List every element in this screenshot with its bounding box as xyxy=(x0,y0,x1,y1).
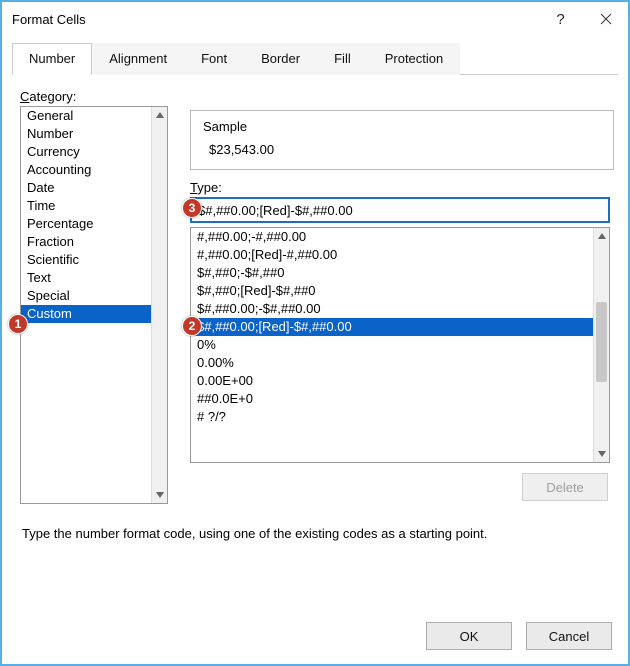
type-item[interactable]: 0.00E+00 xyxy=(191,372,593,390)
type-label: Type: xyxy=(190,180,614,195)
tab-number[interactable]: Number xyxy=(12,43,92,75)
type-item[interactable]: #,##0.00;[Red]-#,##0.00 xyxy=(191,246,593,264)
scroll-down-icon[interactable] xyxy=(594,446,609,462)
category-item[interactable]: Percentage xyxy=(21,215,151,233)
type-item[interactable]: $#,##0.00;-$#,##0.00 xyxy=(191,300,593,318)
category-item[interactable]: Scientific xyxy=(21,251,151,269)
type-listbox[interactable]: #,##0.00;-#,##0.00#,##0.00;[Red]-#,##0.0… xyxy=(190,227,610,463)
titlebar: Format Cells ? xyxy=(2,2,628,36)
category-item[interactable]: Currency xyxy=(21,143,151,161)
tab-fill[interactable]: Fill xyxy=(317,43,368,75)
type-item[interactable]: ##0.0E+0 xyxy=(191,390,593,408)
callout-2: 2 xyxy=(182,316,202,336)
category-listbox[interactable]: GeneralNumberCurrencyAccountingDateTimeP… xyxy=(20,106,168,504)
tab-bar: Number Alignment Font Border Fill Protec… xyxy=(12,42,618,75)
category-item[interactable]: Number xyxy=(21,125,151,143)
hint-text: Type the number format code, using one o… xyxy=(22,526,612,541)
category-item[interactable]: Time xyxy=(21,197,151,215)
type-item[interactable]: $#,##0.00;[Red]-$#,##0.00 xyxy=(191,318,593,336)
tab-protection[interactable]: Protection xyxy=(368,43,461,75)
category-item[interactable]: Special xyxy=(21,287,151,305)
sample-label: Sample xyxy=(203,119,601,134)
scroll-thumb[interactable] xyxy=(596,302,607,382)
sample-value: $23,543.00 xyxy=(203,142,601,157)
help-button[interactable]: ? xyxy=(538,2,583,36)
type-item[interactable]: 0.00% xyxy=(191,354,593,372)
tab-border[interactable]: Border xyxy=(244,43,317,75)
sample-group: Sample $23,543.00 xyxy=(190,110,614,170)
tab-font[interactable]: Font xyxy=(184,43,244,75)
category-item[interactable]: Custom xyxy=(21,305,151,323)
scroll-up-icon[interactable] xyxy=(594,228,609,244)
callout-3: 3 xyxy=(182,198,202,218)
category-item[interactable]: General xyxy=(21,107,151,125)
type-item[interactable]: #,##0.00;-#,##0.00 xyxy=(191,228,593,246)
type-item[interactable]: $#,##0;[Red]-$#,##0 xyxy=(191,282,593,300)
dialog-footer: OK Cancel xyxy=(426,622,612,650)
type-input[interactable] xyxy=(190,197,610,223)
close-button[interactable] xyxy=(583,2,628,36)
cancel-button[interactable]: Cancel xyxy=(526,622,612,650)
category-scrollbar[interactable] xyxy=(151,107,167,503)
category-item[interactable]: Fraction xyxy=(21,233,151,251)
category-label: Category: xyxy=(20,89,614,104)
category-item[interactable]: Text xyxy=(21,269,151,287)
window-title: Format Cells xyxy=(12,12,86,27)
type-item[interactable]: 0% xyxy=(191,336,593,354)
ok-button[interactable]: OK xyxy=(426,622,512,650)
delete-button: Delete xyxy=(522,473,608,501)
type-scrollbar[interactable] xyxy=(593,228,609,462)
tab-alignment[interactable]: Alignment xyxy=(92,43,184,75)
close-icon xyxy=(600,13,612,25)
category-item[interactable]: Accounting xyxy=(21,161,151,179)
type-item[interactable]: $#,##0;-$#,##0 xyxy=(191,264,593,282)
scroll-up-icon[interactable] xyxy=(152,107,167,123)
category-item[interactable]: Date xyxy=(21,179,151,197)
callout-1: 1 xyxy=(8,314,28,334)
format-cells-dialog: Format Cells ? Number Alignment Font Bor… xyxy=(0,0,630,666)
type-item[interactable]: # ?/? xyxy=(191,408,593,426)
scroll-down-icon[interactable] xyxy=(152,487,167,503)
